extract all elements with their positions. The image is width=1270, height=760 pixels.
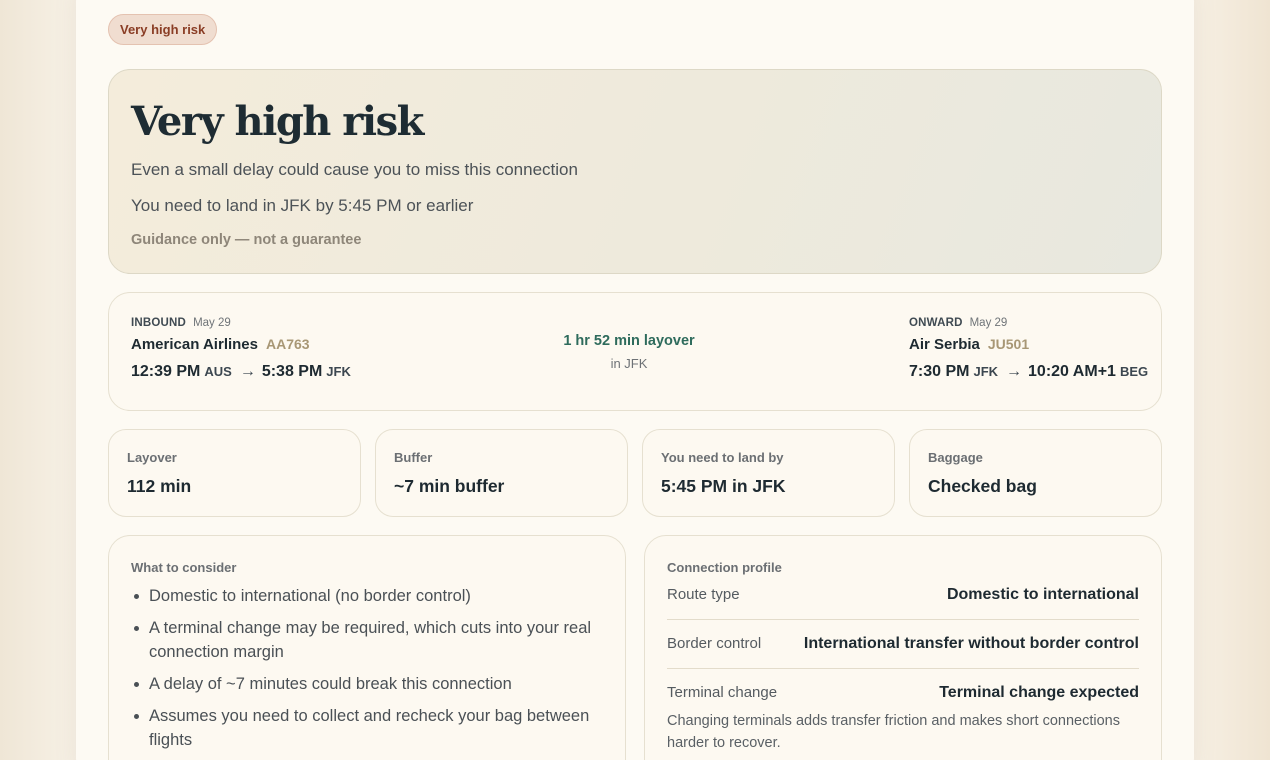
divider — [667, 668, 1139, 669]
consider-title: What to consider — [131, 560, 237, 575]
stat-card-layover: Layover 112 min — [108, 429, 361, 517]
profile-value: Terminal change expected — [939, 684, 1139, 701]
profile-key: Border control — [667, 635, 762, 652]
onward-arrival-airport: BEG — [1119, 364, 1149, 379]
risk-description: Even a small delay could cause you to mi… — [131, 160, 578, 179]
flight-itinerary-card: INBOUND May 29 American Airlines AA763 12:… — [108, 292, 1162, 411]
land-by-statement: You need to land in JFK by 5:45 PM or ea… — [131, 196, 474, 215]
stat-value: ~7 min buffer — [394, 476, 505, 496]
divider — [667, 619, 1139, 620]
stat-card-land-by: You need to land by 5:45 PM in JFK — [642, 429, 895, 517]
what-to-consider-card: What to consider Domestic to internation… — [108, 535, 626, 760]
connection-profile-card: Connection profile Route type Domestic t… — [644, 535, 1162, 760]
arrow-right-icon: → — [1006, 363, 1023, 380]
onward-departure-time: 7:30 PM — [909, 363, 970, 380]
stat-label: Buffer — [394, 450, 433, 465]
onward-flight: ONWARD May 29 Air Serbia JU501 7:30 PM JFK →… — [909, 317, 1148, 381]
inbound-label: INBOUND — [131, 317, 187, 329]
stat-value: 5:45 PM in JFK — [661, 476, 786, 496]
stat-label: You need to land by — [661, 450, 784, 465]
list-item: Domestic to international (no border con… — [131, 584, 601, 608]
risk-summary-card: Very high risk Even a small delay could … — [108, 69, 1162, 274]
profile-value: International transfer without border co… — [803, 635, 1139, 652]
risk-badge: Very high risk — [108, 14, 218, 45]
stat-label: Baggage — [928, 450, 983, 465]
inbound-date: May 29 — [193, 317, 231, 329]
onward-departure-airport: JFK — [973, 364, 999, 379]
stat-value: Checked bag — [928, 476, 1037, 496]
terminal-change-description: Changing terminals adds transfer frictio… — [667, 713, 1120, 751]
stat-card-baggage: Baggage Checked bag — [909, 429, 1162, 517]
consider-list: Domestic to international (no border con… — [131, 584, 601, 760]
stat-value: 112 min — [127, 476, 192, 496]
onward-airline: Air Serbia — [909, 336, 980, 353]
onward-date: May 29 — [969, 317, 1008, 329]
list-item: Assumes you need to collect and recheck … — [131, 704, 601, 752]
onward-arrival-time: 10:20 AM+1 — [1028, 363, 1116, 380]
stat-label: Layover — [127, 450, 177, 465]
risk-title: Very high risk — [131, 98, 424, 145]
profile-key: Route type — [667, 586, 740, 603]
profile-value: Domestic to international — [946, 586, 1139, 603]
onward-label: ONWARD — [909, 317, 963, 329]
profile-title: Connection profile — [667, 560, 782, 575]
stat-card-buffer: Buffer ~7 min buffer — [375, 429, 628, 517]
list-item: A delay of ~7 minutes could break this c… — [131, 672, 601, 696]
list-item: A terminal change may be required, which… — [131, 616, 601, 664]
guidance-disclaimer: Guidance only — not a guarantee — [131, 232, 362, 248]
onward-flight-code: JU501 — [987, 336, 1030, 352]
profile-key: Terminal change — [667, 684, 778, 701]
